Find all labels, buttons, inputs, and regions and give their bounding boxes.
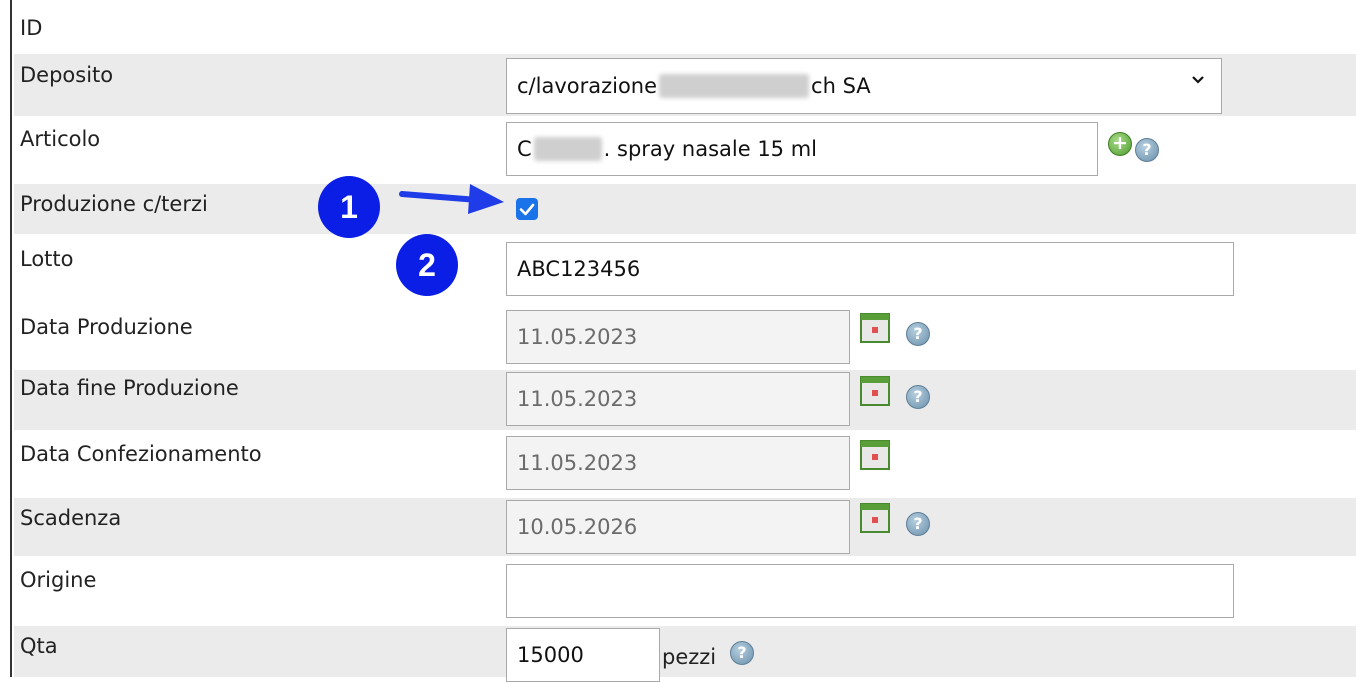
data-produzione-input[interactable]: 11.05.2023 bbox=[506, 310, 850, 364]
scadenza-value: 10.05.2026 bbox=[517, 515, 638, 539]
data-fine-produzione-input[interactable]: 11.05.2023 bbox=[506, 372, 850, 426]
lotto-label: Lotto bbox=[20, 247, 74, 271]
data-produzione-label: Data Produzione bbox=[20, 315, 193, 339]
row-id: ID bbox=[14, 0, 1356, 52]
redacted-text bbox=[659, 74, 810, 98]
help-icon[interactable]: ? bbox=[730, 641, 754, 665]
scadenza-label: Scadenza bbox=[20, 506, 122, 530]
calendar-icon[interactable] bbox=[860, 376, 890, 406]
calendar-icon[interactable] bbox=[860, 313, 890, 343]
help-icon[interactable]: ? bbox=[906, 385, 930, 409]
articolo-value-end: . spray nasale 15 ml bbox=[603, 137, 818, 161]
left-border bbox=[10, 0, 12, 677]
lotto-input[interactable]: ABC123456 bbox=[506, 242, 1234, 296]
origine-label: Origine bbox=[20, 568, 97, 592]
qta-input[interactable]: 15000 bbox=[506, 628, 660, 682]
qta-unit: pezzi bbox=[662, 645, 717, 669]
qta-label: Qta bbox=[20, 634, 58, 658]
data-confezionamento-input[interactable]: 11.05.2023 bbox=[506, 436, 850, 490]
chevron-down-icon bbox=[1192, 76, 1204, 84]
qta-value: 15000 bbox=[517, 643, 584, 667]
calendar-icon[interactable] bbox=[860, 440, 890, 470]
row-produzione-cterzi: Produzione c/terzi bbox=[14, 184, 1356, 234]
scadenza-input[interactable]: 10.05.2026 bbox=[506, 500, 850, 554]
help-icon[interactable]: ? bbox=[1135, 138, 1159, 162]
help-icon[interactable]: ? bbox=[906, 512, 930, 536]
lotto-value: ABC123456 bbox=[517, 257, 641, 281]
help-icon[interactable]: ? bbox=[906, 322, 930, 346]
data-fine-produzione-label: Data fine Produzione bbox=[20, 376, 239, 400]
deposito-select[interactable]: c/lavorazione ch SA bbox=[506, 58, 1222, 114]
data-confezionamento-value: 11.05.2023 bbox=[517, 451, 638, 475]
data-produzione-value: 11.05.2023 bbox=[517, 325, 638, 349]
checkmark-icon bbox=[519, 203, 535, 216]
produzione-cterzi-label: Produzione c/terzi bbox=[20, 192, 208, 216]
calendar-icon[interactable] bbox=[860, 503, 890, 533]
articolo-label: Articolo bbox=[20, 127, 101, 151]
annotation-badge-1: 1 bbox=[318, 176, 380, 238]
articolo-value-start: C bbox=[517, 137, 532, 161]
produzione-cterzi-checkbox[interactable] bbox=[516, 198, 538, 220]
redacted-text bbox=[533, 137, 602, 161]
data-fine-produzione-value: 11.05.2023 bbox=[517, 387, 638, 411]
plus-icon[interactable]: + bbox=[1108, 132, 1132, 156]
deposito-value-start: c/lavorazione bbox=[517, 74, 658, 98]
deposito-label: Deposito bbox=[20, 63, 114, 87]
annotation-badge-2: 2 bbox=[396, 234, 458, 296]
origine-input[interactable] bbox=[506, 564, 1234, 618]
annotation-arrow bbox=[399, 184, 504, 214]
deposito-value-end: ch SA bbox=[811, 74, 871, 98]
articolo-input[interactable]: C . spray nasale 15 ml bbox=[506, 122, 1098, 176]
data-confezionamento-label: Data Confezionamento bbox=[20, 442, 262, 466]
id-label: ID bbox=[20, 16, 43, 40]
